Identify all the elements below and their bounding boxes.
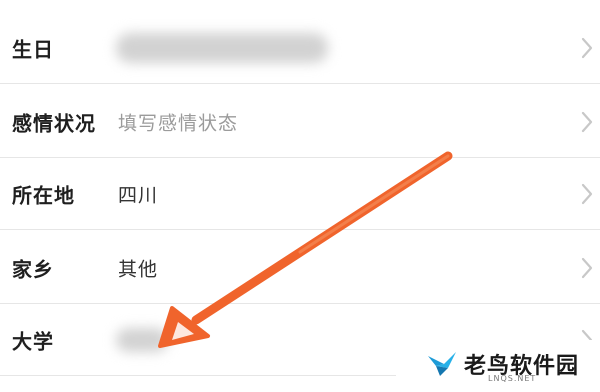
watermark-url: LNQS.NET bbox=[488, 374, 537, 383]
profile-row-birthday[interactable]: 生日 bbox=[0, 12, 600, 84]
row-label-birthday: 生日 bbox=[12, 37, 54, 61]
row-label-hometown: 家乡 bbox=[12, 257, 54, 281]
birthday-value-redacted bbox=[116, 32, 328, 63]
chevron-right-icon bbox=[581, 183, 593, 204]
relationship-placeholder: 填写感情状态 bbox=[118, 112, 239, 134]
profile-row-relationship[interactable]: 感情状况 填写感情状态 bbox=[0, 86, 600, 158]
profile-row-hometown[interactable]: 家乡 其他 bbox=[0, 232, 600, 304]
chevron-right-icon bbox=[581, 257, 593, 278]
chevron-right-icon bbox=[581, 111, 593, 132]
hometown-value: 其他 bbox=[118, 258, 159, 280]
watermark-logo: 老鸟软件园 LNQS.NET bbox=[396, 340, 600, 392]
row-label-location: 所在地 bbox=[12, 183, 75, 207]
row-label-relationship: 感情状况 bbox=[12, 111, 96, 135]
university-value-redacted bbox=[116, 327, 168, 352]
profile-edit-screen: 生日 感情状况 填写感情状态 所在地 四川 家乡 其他 大学 老鸟软件园 LNQ… bbox=[0, 0, 600, 392]
chevron-right-icon bbox=[581, 37, 593, 58]
row-label-university: 大学 bbox=[12, 329, 54, 353]
bird-logo-icon bbox=[428, 352, 456, 376]
profile-row-location[interactable]: 所在地 四川 bbox=[0, 158, 600, 230]
location-value: 四川 bbox=[118, 184, 159, 206]
